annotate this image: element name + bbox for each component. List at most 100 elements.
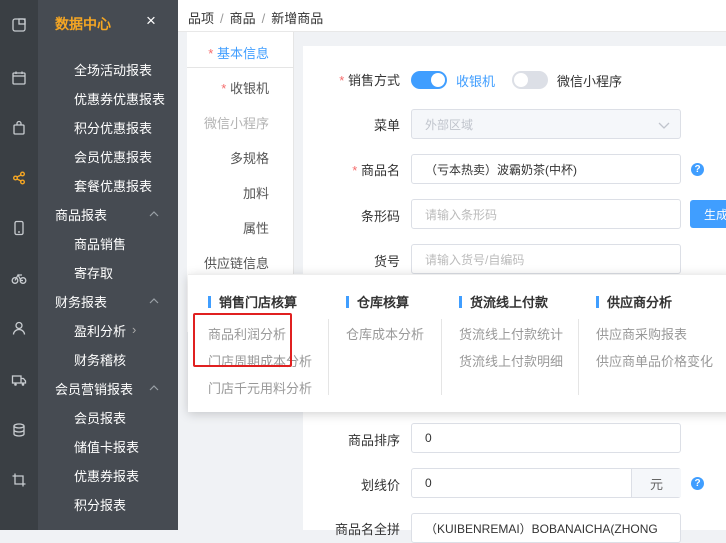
dropdown-link[interactable]: 门店千元用料分析 xyxy=(208,378,312,397)
mini-program-toggle-label: 微信小程序 xyxy=(557,74,623,89)
section-nav-item[interactable]: 多规格 xyxy=(230,148,269,167)
sidebar-item[interactable]: 全场活动报表 xyxy=(38,55,178,84)
icon-bar xyxy=(0,0,38,530)
sidebar-item[interactable]: 会员报表 xyxy=(38,403,178,432)
sidebar: 数据中心 × 全场活动报表 优惠券优惠报表 积分优惠报表 会员优惠报表 套餐优惠报表 商品… xyxy=(38,0,178,530)
calendar-icon[interactable] xyxy=(0,68,38,88)
sidebar-item[interactable]: 储值卡报表 xyxy=(38,432,178,461)
dropdown-link[interactable]: 货流线上付款明细 xyxy=(459,351,563,370)
sku-input[interactable]: 请输入货号/自编码 xyxy=(411,244,681,274)
breadcrumb-item[interactable]: 商品 xyxy=(230,11,256,26)
sidebar-item-label: 会员营销报表 xyxy=(55,382,134,397)
breadcrumb: 品项 / 商品 / 新增商品 xyxy=(188,8,323,27)
dropdown-divider xyxy=(328,319,329,395)
sidebar-item-label: 优惠券报表 xyxy=(74,469,140,484)
truck-icon[interactable] xyxy=(0,370,38,390)
dropdown-divider xyxy=(578,319,579,395)
chevron-up-icon xyxy=(149,298,159,304)
section-nav-label: 微信小程序 xyxy=(203,116,269,131)
section-nav-item[interactable]: 加料 xyxy=(243,183,269,202)
pinyin-input[interactable]: （KUIBENREMAI）BOBANAICHA(ZHONG xyxy=(411,513,681,543)
section-nav-label: 加料 xyxy=(242,186,269,201)
help-icon[interactable]: ? xyxy=(691,477,704,490)
close-icon[interactable]: × xyxy=(146,11,156,31)
section-title-bar xyxy=(459,296,462,308)
section-title-bar xyxy=(346,296,349,308)
pos-toggle[interactable] xyxy=(411,71,447,89)
dashboard-icon[interactable] xyxy=(0,15,38,35)
pos-toggle-label: 收银机 xyxy=(456,74,496,89)
sidebar-item[interactable]: 优惠券优惠报表 xyxy=(38,84,178,113)
sidebar-item-label: 寄存取 xyxy=(74,266,114,281)
sale-mode-label: * 销售方式 xyxy=(339,73,400,88)
strike-price-unit: 元 xyxy=(631,469,681,497)
dropdown-link[interactable]: 货流线上付款统计 xyxy=(459,324,563,343)
bag-icon[interactable] xyxy=(0,118,38,138)
dropdown-divider xyxy=(441,319,442,395)
section-nav-label: 多规格 xyxy=(229,151,269,166)
sidebar-item-label: 积分报表 xyxy=(74,498,127,513)
sidebar-item[interactable]: 优惠券报表 xyxy=(38,461,178,490)
section-nav-item[interactable]: 属性 xyxy=(243,218,269,237)
sidebar-group[interactable]: 会员营销报表 xyxy=(38,374,178,403)
pinyin-label: 商品名全拼 xyxy=(334,522,400,537)
sidebar-group[interactable]: 商品报表 xyxy=(38,200,178,229)
menu-select-value: 外部区域 xyxy=(425,117,474,132)
section-nav-label: 供应链信息 xyxy=(203,256,269,271)
share-icon[interactable] xyxy=(0,168,38,188)
section-nav-item[interactable]: * 基本信息 xyxy=(208,43,269,62)
mini-program-toggle[interactable] xyxy=(512,71,548,89)
breadcrumb-current: 新增商品 xyxy=(271,11,324,26)
menu-label: 菜单 xyxy=(373,118,400,133)
menu-select[interactable]: 外部区域 xyxy=(411,109,681,139)
sidebar-item[interactable]: 积分报表 xyxy=(38,490,178,519)
sidebar-item[interactable]: 盈利分析 › xyxy=(38,316,178,345)
section-title-text: 销售门店核算 xyxy=(219,295,298,310)
chevron-right-icon: › xyxy=(132,322,137,337)
sidebar-item[interactable]: 积分优惠报表 xyxy=(38,113,178,142)
dropdown-link[interactable]: 仓库成本分析 xyxy=(346,324,424,343)
sort-input[interactable]: 0 xyxy=(411,423,681,453)
sidebar-item-label: 财务稽核 xyxy=(74,353,127,368)
breadcrumb-separator: / xyxy=(220,11,224,26)
section-title-text: 货流线上付款 xyxy=(470,295,549,310)
strike-price-label: 划线价 xyxy=(360,478,400,493)
breadcrumb-item[interactable]: 品项 xyxy=(188,11,214,26)
section-title-bar xyxy=(208,296,211,308)
section-nav-item[interactable]: 供应链信息 xyxy=(204,253,269,272)
sidebar-item-label: 商品销售 xyxy=(74,237,127,252)
section-nav-item: 微信小程序 xyxy=(204,113,269,132)
bicycle-icon[interactable] xyxy=(0,268,38,288)
section-nav-item[interactable]: * 收银机 xyxy=(221,78,269,97)
name-input[interactable]: （亏本热卖）波霸奶茶(中杯) xyxy=(411,154,681,184)
user-icon[interactable] xyxy=(0,318,38,338)
sidebar-item[interactable]: 商品销售 xyxy=(38,229,178,258)
sidebar-item-label: 优惠券优惠报表 xyxy=(74,92,166,107)
dropdown-section-title: 销售门店核算 xyxy=(208,292,297,311)
top-bar: 品项 / 商品 / 新增商品 xyxy=(178,0,726,32)
section-title-text: 仓库核算 xyxy=(357,295,410,310)
help-icon[interactable]: ? xyxy=(691,163,704,176)
sidebar-item[interactable]: 套餐优惠报表 xyxy=(38,171,178,200)
dropdown-link[interactable]: 供应商采购报表 xyxy=(596,324,687,343)
sidebar-item[interactable]: 寄存取 xyxy=(38,258,178,287)
sidebar-item[interactable]: 会员优惠报表 xyxy=(38,142,178,171)
dropdown-link[interactable]: 供应商单品价格变化 xyxy=(596,351,713,370)
sidebar-item-label: 财务报表 xyxy=(55,295,108,310)
section-title-bar xyxy=(596,296,599,308)
required-mark: * xyxy=(208,46,214,61)
sidebar-item[interactable]: 财务稽核 xyxy=(38,345,178,374)
sidebar-header: 数据中心 × xyxy=(38,0,178,46)
sidebar-group[interactable]: 财务报表 xyxy=(38,287,178,316)
section-nav-label: 基本信息 xyxy=(216,46,269,61)
generate-barcode-button[interactable]: 生成 xyxy=(690,200,726,228)
crop-icon[interactable] xyxy=(0,470,38,490)
database-icon[interactable] xyxy=(0,420,38,440)
barcode-input[interactable]: 请输入条形码 xyxy=(411,199,681,229)
sidebar-item-label: 商品报表 xyxy=(55,208,108,223)
chevron-down-icon xyxy=(658,122,670,129)
sidebar-title: 数据中心 xyxy=(55,16,111,32)
phone-icon[interactable] xyxy=(0,218,38,238)
sidebar-item-label: 套餐优惠报表 xyxy=(74,179,153,194)
sidebar-item-label: 盈利分析 xyxy=(74,324,127,339)
